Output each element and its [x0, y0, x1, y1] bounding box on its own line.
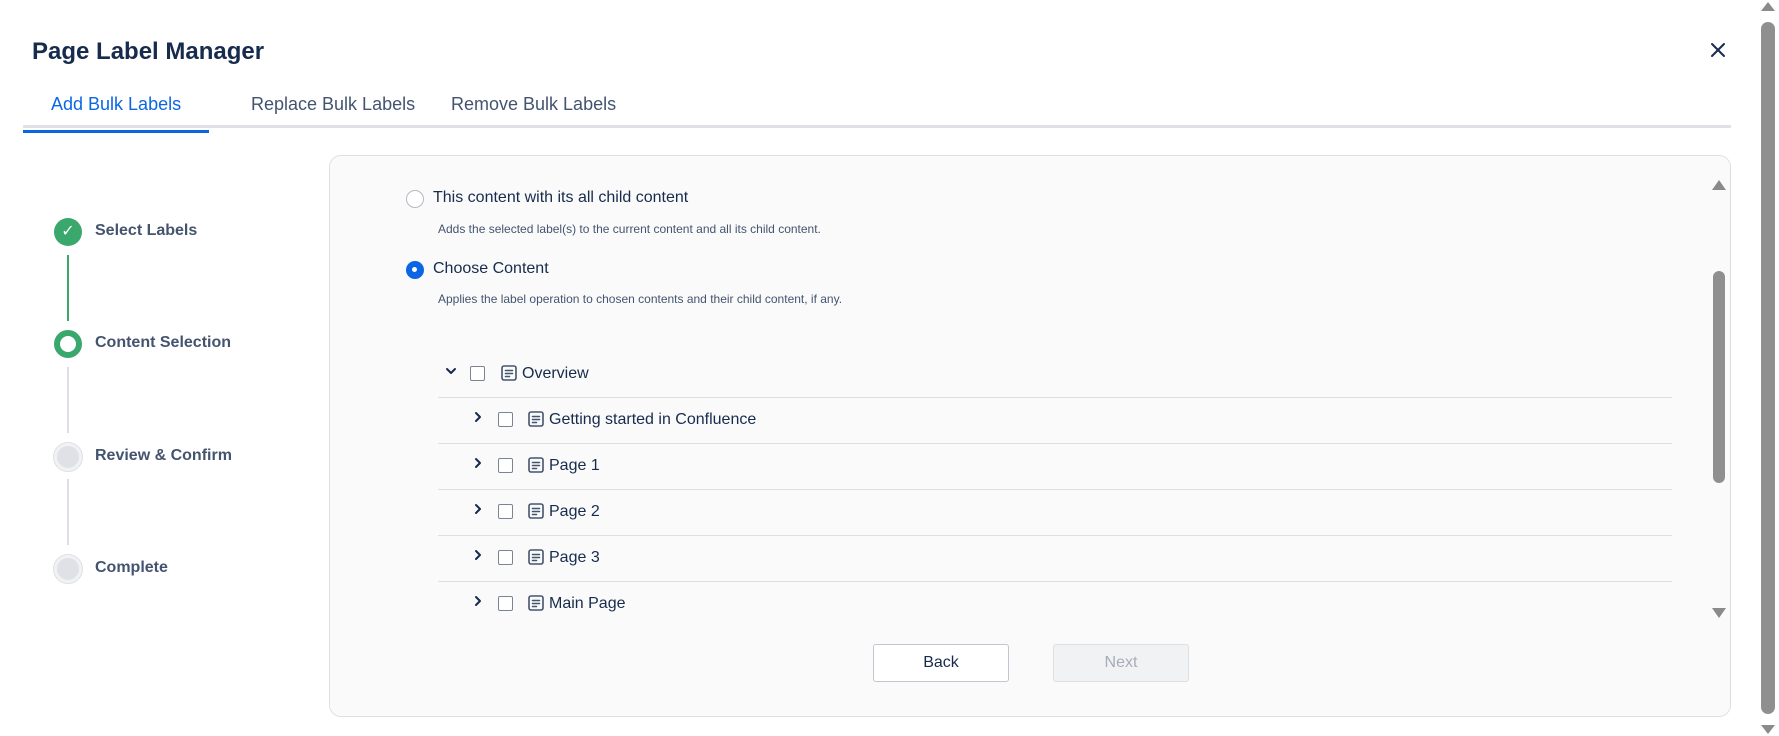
scroll-down-arrow[interactable] — [1712, 608, 1726, 618]
step-content-selection: Content Selection — [54, 330, 314, 358]
tree-checkbox[interactable] — [498, 596, 513, 611]
chevron-right-icon[interactable] — [471, 548, 485, 562]
option-label: This content with its all child content — [433, 189, 689, 206]
tree-row-label[interactable]: Overview — [522, 365, 589, 383]
tree-checkbox[interactable] — [498, 550, 513, 565]
tree-row-label[interactable]: Page 2 — [549, 503, 600, 521]
tree-row-label[interactable]: Page 3 — [549, 549, 600, 567]
page-icon — [528, 411, 544, 427]
chevron-right-icon[interactable] — [471, 410, 485, 424]
tab-replace-bulk-labels[interactable]: Replace Bulk Labels — [223, 94, 443, 128]
step-label: Content Selection — [95, 334, 232, 351]
step-label: Review & Confirm — [95, 447, 232, 464]
close-button[interactable] — [1706, 38, 1730, 62]
tree-row-main-page: Main Page — [438, 582, 1672, 628]
scroll-down-arrow[interactable] — [1761, 725, 1775, 734]
scrollbar-thumb[interactable] — [1761, 22, 1775, 714]
tree-row-page-1: Page 1 — [438, 444, 1672, 490]
page-icon — [501, 365, 517, 381]
content-scrollbar[interactable] — [1712, 178, 1726, 618]
current-step-indicator — [54, 330, 82, 358]
step-review-confirm: Review & Confirm — [54, 443, 314, 471]
tree-row-overview: Overview — [438, 352, 1672, 398]
pending-step-indicator — [54, 443, 82, 471]
content-scroll-area[interactable]: This content with its all child content … — [330, 156, 1730, 624]
option-label: Choose Content — [433, 260, 549, 277]
modal-title: Page Label Manager — [32, 38, 265, 65]
page-icon — [528, 503, 544, 519]
step-complete: Complete — [54, 555, 314, 583]
content-panel: This content with its all child content … — [329, 155, 1731, 717]
chevron-right-icon[interactable] — [471, 594, 485, 608]
next-button[interactable]: Next — [1053, 644, 1189, 682]
option-description: Adds the selected label(s) to the curren… — [438, 222, 821, 236]
step-label: Complete — [95, 559, 168, 576]
wizard-footer: Back Next — [330, 624, 1730, 716]
check-icon: ✓ — [54, 218, 82, 246]
page-scrollbar[interactable] — [1757, 0, 1779, 736]
scroll-up-arrow[interactable] — [1712, 180, 1726, 190]
tab-remove-bulk-labels[interactable]: Remove Bulk Labels — [423, 94, 644, 128]
chevron-right-icon[interactable] — [471, 456, 485, 470]
tree-checkbox[interactable] — [498, 412, 513, 427]
tree-row-label[interactable]: Main Page — [549, 595, 626, 613]
radio-choose-content[interactable] — [406, 261, 424, 279]
back-button[interactable]: Back — [873, 644, 1009, 682]
close-icon — [1711, 43, 1725, 57]
scroll-up-arrow[interactable] — [1761, 2, 1775, 11]
step-connector — [67, 255, 69, 321]
chevron-down-icon[interactable] — [444, 364, 458, 378]
step-connector — [67, 367, 69, 433]
step-connector — [67, 479, 69, 545]
tree-row-page-2: Page 2 — [438, 490, 1672, 536]
page-icon — [528, 457, 544, 473]
scrollbar-thumb[interactable] — [1713, 271, 1725, 483]
step-label: Select Labels — [95, 222, 198, 239]
tree-row-page-3: Page 3 — [438, 536, 1672, 582]
tree-checkbox[interactable] — [470, 366, 485, 381]
radio-all-child-content[interactable] — [406, 190, 424, 208]
tree-checkbox[interactable] — [498, 458, 513, 473]
tree-row-label[interactable]: Page 1 — [549, 457, 600, 475]
option-description: Applies the label operation to chosen co… — [438, 292, 843, 306]
step-select-labels: ✓ Select Labels — [54, 218, 314, 246]
page-icon — [528, 549, 544, 565]
tab-bar: Add Bulk Labels Replace Bulk Labels Remo… — [23, 88, 1731, 133]
tree-row-getting-started: Getting started in Confluence — [438, 398, 1672, 444]
pending-step-indicator — [54, 555, 82, 583]
chevron-right-icon[interactable] — [471, 502, 485, 516]
tab-add-bulk-labels[interactable]: Add Bulk Labels — [23, 94, 210, 133]
tree-checkbox[interactable] — [498, 504, 513, 519]
page-icon — [528, 595, 544, 611]
tree-row-label[interactable]: Getting started in Confluence — [549, 411, 756, 429]
